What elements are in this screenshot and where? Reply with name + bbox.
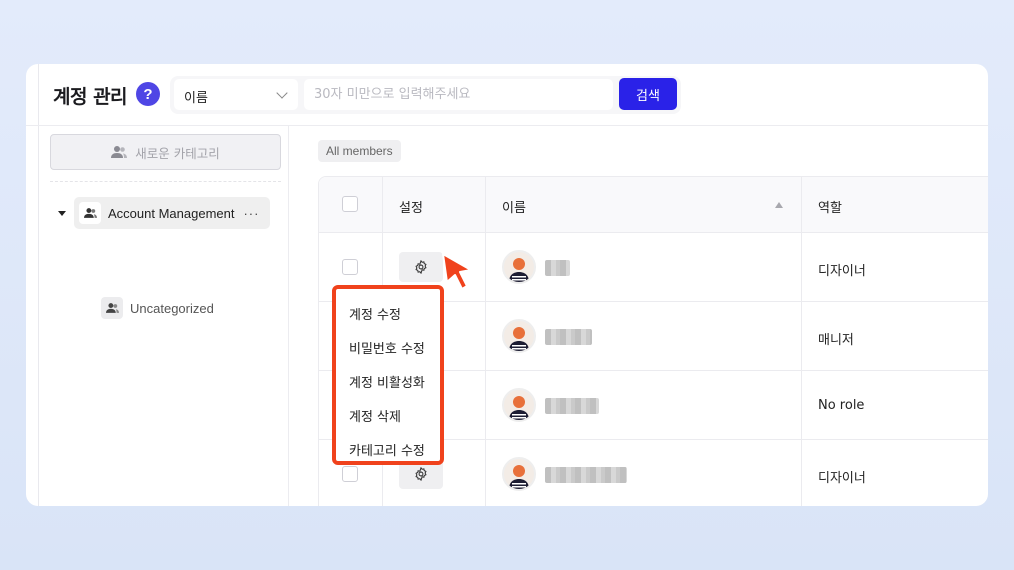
header: 계정 관리 ? 이름 검색 xyxy=(26,64,988,126)
table-header: 설정 이름 역할 xyxy=(319,177,988,233)
gear-icon xyxy=(415,467,427,481)
avatar xyxy=(502,388,536,422)
select-all-checkbox[interactable] xyxy=(342,196,358,212)
menu-item-delete-account[interactable]: 계정 삭제 xyxy=(336,398,440,432)
chevron-down-icon xyxy=(276,87,288,99)
divider xyxy=(485,177,486,506)
users-icon xyxy=(79,202,101,224)
column-header-name[interactable]: 이름 xyxy=(502,197,526,216)
search-bar: 이름 검색 xyxy=(170,76,681,114)
search-field-select-value: 이름 xyxy=(184,91,208,106)
search-field-select[interactable]: 이름 xyxy=(174,79,298,110)
search-input[interactable] xyxy=(304,79,613,110)
divider xyxy=(801,177,802,506)
sidebar: 새로운 카테고리 Account Management ··· Uncatego… xyxy=(39,126,289,506)
caret-down-icon[interactable] xyxy=(58,211,66,216)
divider xyxy=(50,181,281,182)
menu-item-edit-category[interactable]: 카테고리 수정 xyxy=(336,432,440,466)
users-icon xyxy=(101,297,123,319)
menu-item-deactivate-account[interactable]: 계정 비활성화 xyxy=(336,364,440,398)
settings-button[interactable] xyxy=(399,252,443,282)
role-cell: 디자이너 xyxy=(818,471,866,486)
question-icon[interactable]: ? xyxy=(136,82,160,106)
role-cell: 매니저 xyxy=(818,333,854,348)
sidebar-item-uncategorized[interactable]: Uncategorized xyxy=(96,297,214,319)
row-checkbox[interactable] xyxy=(342,259,358,275)
app-window: 계정 관리 ? 이름 검색 새로운 카테고리 Account Managemen… xyxy=(26,64,988,506)
sidebar-item-account-management[interactable]: Account Management ··· xyxy=(74,197,270,229)
menu-item-edit-account[interactable]: 계정 수정 xyxy=(336,296,440,330)
sort-asc-icon[interactable] xyxy=(775,202,783,208)
blurred-name xyxy=(545,260,570,276)
sidebar-item-label: Uncategorized xyxy=(130,300,214,316)
column-header-settings: 설정 xyxy=(399,201,423,216)
search-button[interactable]: 검색 xyxy=(619,78,677,110)
blurred-name xyxy=(545,398,599,414)
blurred-name xyxy=(545,329,592,345)
row-checkbox[interactable] xyxy=(342,466,358,482)
role-cell: No role xyxy=(818,398,865,413)
avatar xyxy=(502,250,536,284)
page-title: 계정 관리 xyxy=(53,86,128,108)
context-menu: 계정 수정 비밀번호 수정 계정 비활성화 계정 삭제 카테고리 수정 xyxy=(332,285,444,465)
new-category-label: 새로운 카테고리 xyxy=(135,145,220,161)
sidebar-item-label: Account Management xyxy=(108,205,235,221)
users-icon xyxy=(111,146,128,158)
gear-icon xyxy=(415,260,427,274)
avatar xyxy=(502,319,536,353)
column-header-role: 역할 xyxy=(818,201,842,216)
role-cell: 디자이너 xyxy=(818,264,866,279)
more-icon[interactable]: ··· xyxy=(243,206,259,221)
blurred-name xyxy=(545,467,627,483)
menu-item-change-password[interactable]: 비밀번호 수정 xyxy=(336,330,440,364)
new-category-button[interactable]: 새로운 카테고리 xyxy=(50,134,281,170)
cursor-arrow-icon xyxy=(442,253,472,290)
filter-pill[interactable]: All members xyxy=(318,140,401,162)
avatar xyxy=(502,457,536,491)
